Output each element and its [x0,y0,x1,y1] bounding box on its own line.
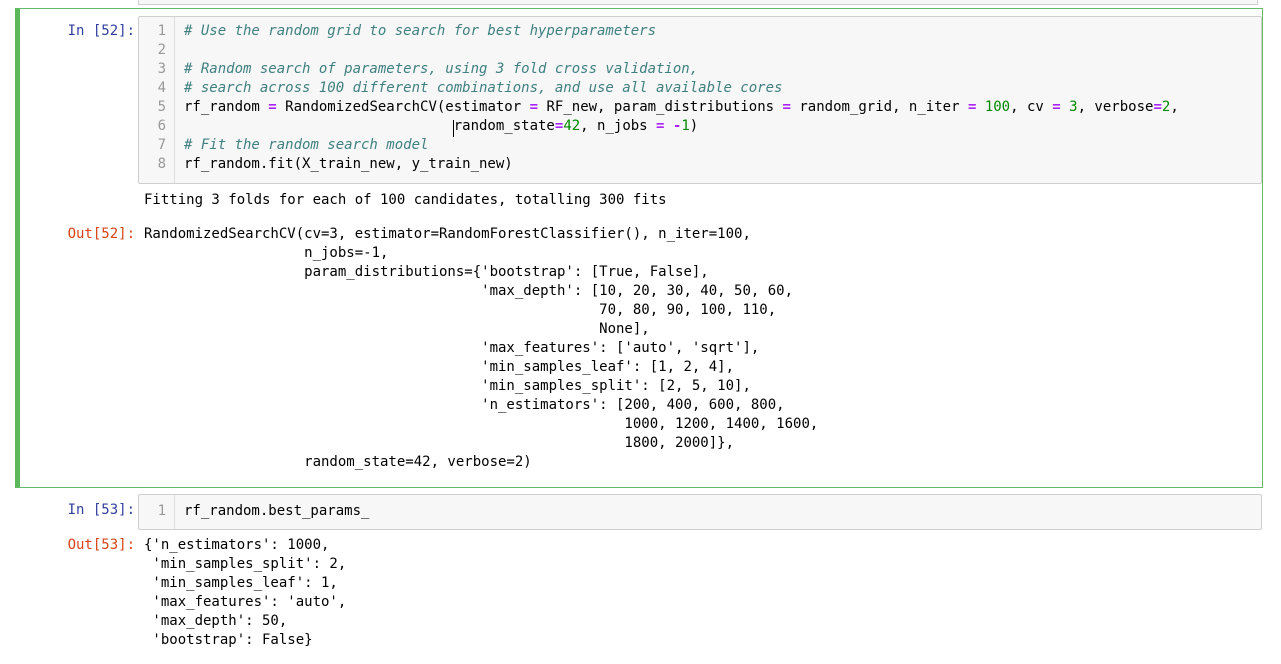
code-line[interactable]: rf_random.best_params_ [184,502,369,521]
output-line: param_distributions={'bootstrap': [True,… [144,264,709,280]
line-number-gutter: 1 2 3 4 5 6 7 8 [139,17,175,183]
line-number: 4 [157,80,166,96]
code-token-plain: RF_new, param_distributions [538,99,783,115]
code-token-plain: random_grid, n_iter [790,99,968,115]
code-token-plain: RandomizedSearchCV(estimator [276,99,530,115]
code-token-plain: random_state [184,118,555,134]
line-number: 1 [157,503,166,519]
code-line[interactable]: # search across 100 different combinatio… [184,79,782,98]
code-token-num: 100 [984,99,1011,115]
output-line: 70, 80, 90, 100, 110, [144,302,777,318]
code-token-comment: # Use the random grid to search for best… [184,23,657,39]
output-line: 'n_estimators': [200, 400, 600, 800, [144,397,785,413]
code-token-op: = [782,99,791,115]
line-number: 5 [157,99,166,115]
code-token-comment: # Fit the random search model [184,137,429,153]
code-token-op: = [1052,99,1061,115]
code-token-plain: , verbose [1077,99,1154,115]
code-token-num: 3 [1069,99,1078,115]
code-line[interactable]: rf_random = RandomizedSearchCV(estimator… [184,98,1179,117]
code-line[interactable]: random_state=42, n_jobs = -1) [184,117,699,136]
code-token-num: 42 [563,118,581,134]
in-prompt: In [53]: [67,502,135,518]
line-number: 6 [157,118,166,134]
line-number: 7 [157,137,166,153]
output-line: 'max_depth': [10, 20, 30, 40, 50, 60, [144,283,794,299]
output-line: 'bootstrap': False} [144,632,313,648]
line-number: 3 [157,61,166,77]
line-number: 8 [157,156,166,172]
code-token-plain: rf_random.best_params_ [184,503,370,519]
output-line: 'min_samples_split': 2, [144,556,347,572]
out-prompt: Out[53]: [67,537,135,553]
code-line[interactable]: # Use the random grid to search for best… [184,22,656,41]
code-token-comment: # Random search of parameters, using 3 f… [184,61,699,77]
in-prompt: In [52]: [67,23,135,39]
code-token-plain: , [1170,99,1179,115]
output-line: 'max_features': 'auto', [144,594,347,610]
output-line: 1800, 2000]}, [144,435,735,451]
code-input-area[interactable]: 1 rf_random.best_params_ [138,494,1262,530]
code-line[interactable]: rf_random.fit(X_train_new, y_train_new) [184,155,513,174]
code-token-comment: # search across 100 different combinatio… [184,80,783,96]
output-line: 'min_samples_leaf': [1, 2, 4], [144,359,735,375]
output-line: 'max_features': ['auto', 'sqrt'], [144,340,760,356]
notebook-cell-52[interactable]: In [52]: 1 2 3 4 5 6 7 8 # Use the random grid … [15,8,1263,488]
output-line: 'min_samples_split': [2, 5, 10], [144,378,751,394]
line-number: 1 [157,23,166,39]
code-token-plain: ) [689,118,699,134]
output-line: 1000, 1200, 1400, 1600, [144,416,819,432]
text-cursor [453,120,454,137]
line-number: 2 [157,42,166,58]
stream-output: Fitting 3 folds for each of 100 candidat… [144,192,667,208]
code-token-num: 1 [681,118,690,134]
code-token-op: = [268,99,277,115]
output-line: RandomizedSearchCV(cv=3, estimator=Rando… [144,226,751,242]
code-input-area[interactable]: 1 2 3 4 5 6 7 8 # Use the random grid to search… [138,16,1262,184]
line-number-gutter: 1 [139,495,175,529]
code-token-plain: rf_random [184,99,269,115]
output-line: random_state=42, verbose=2) [144,454,532,470]
notebook-cell-53[interactable]: In [53]: 1 rf_random.best_params_ Out[53… [15,490,1263,664]
output-line: 'max_depth': 50, [144,613,288,629]
output-line: 'min_samples_leaf': 1, [144,575,338,591]
output-line: None], [144,321,650,337]
output-line: {'n_estimators': 1000, [144,537,330,553]
previous-cell-input[interactable] [138,0,1258,5]
code-token-op: = [529,99,539,115]
code-token-plain: rf_random.fit(X_train_new, y_train_new) [184,156,513,172]
code-line[interactable]: # Random search of parameters, using 3 f… [184,60,698,79]
code-line[interactable]: # Fit the random search model [184,136,428,155]
code-token-plain: , n_jobs [580,118,657,134]
code-token-op: = [1153,99,1162,115]
output-line: n_jobs=-1, [144,245,389,261]
out-prompt: Out[52]: [67,226,135,242]
code-token-plain: , cv [1010,99,1053,115]
